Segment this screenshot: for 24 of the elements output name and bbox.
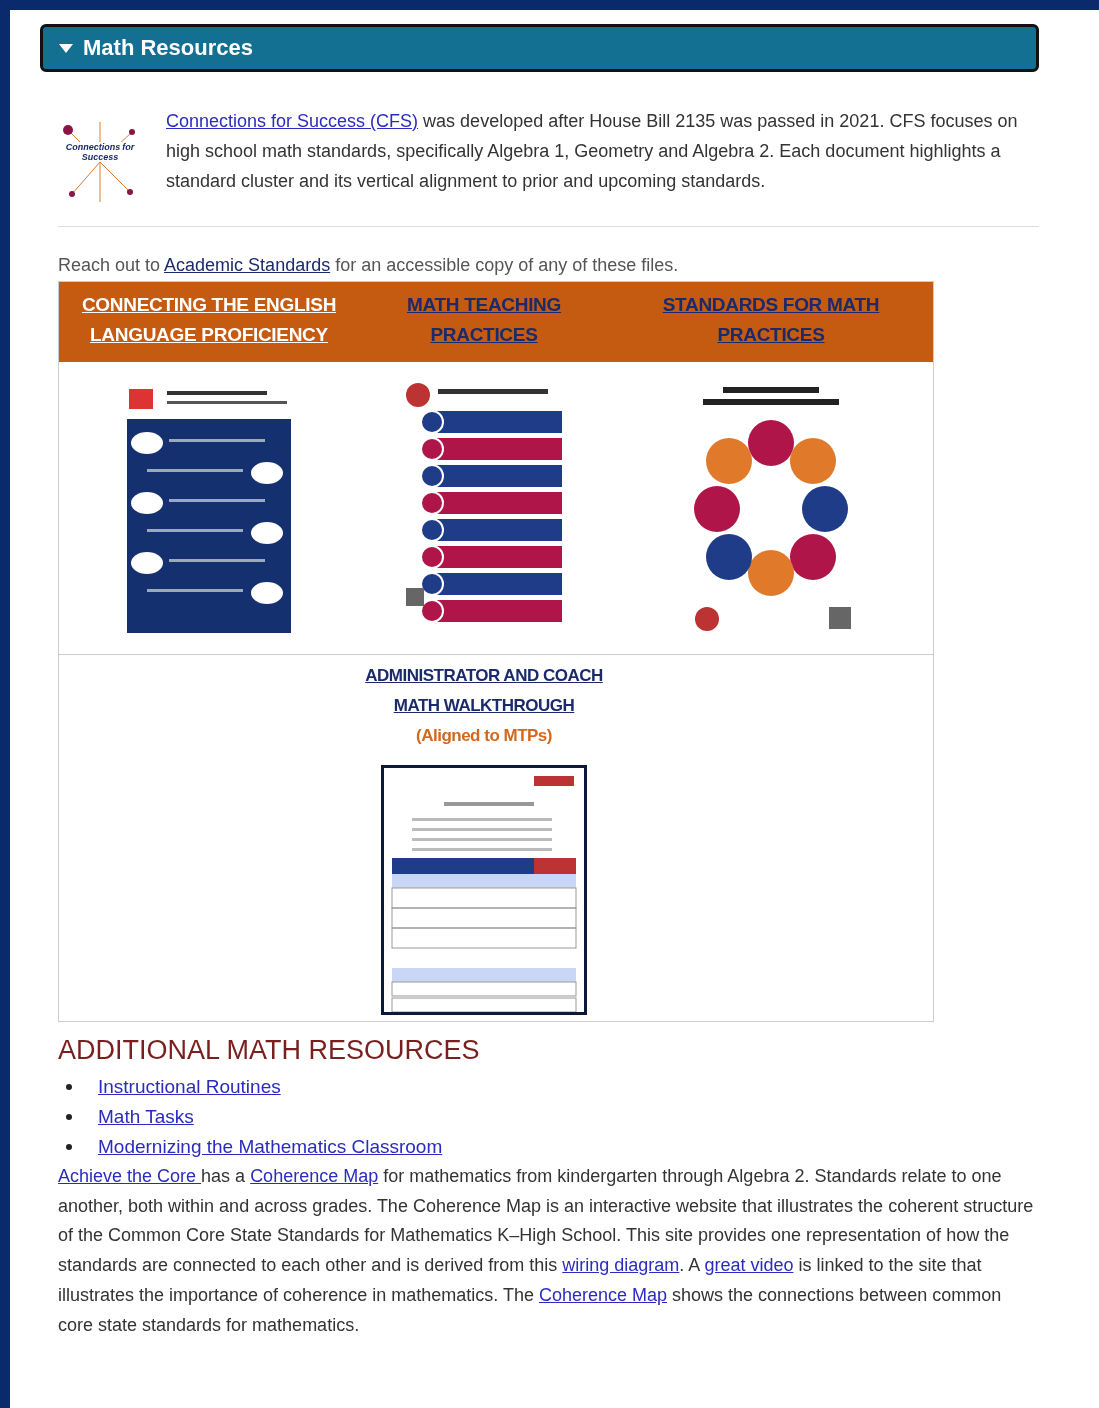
text-link[interactable]: Achieve the Core: [58, 1166, 202, 1186]
section-header[interactable]: Math Resources: [40, 24, 1039, 72]
text-link[interactable]: wiring diagram: [562, 1255, 680, 1276]
walkthrough-link[interactable]: ADMINISTRATOR AND COACH: [365, 661, 603, 691]
walkthrough-link[interactable]: MATH WALKTHROUGH: [393, 691, 575, 721]
note-paragraph: Reach out to Academic Standards for an accessible copy of any of these files.: [58, 254, 680, 277]
header-link[interactable]: CONNECTING THE ENGLISH LANGUAGE PROFICIENCY: [59, 290, 359, 350]
bullet-icon: [66, 1114, 72, 1120]
text-link[interactable]: Coherence Map: [538, 1284, 667, 1305]
bullet-icon: [66, 1084, 72, 1090]
walkthrough-subtitle: (Aligned to MTPs): [416, 725, 552, 747]
body-paragraph: Achieve the Core has a Coherence Map for mathematics from kindergarten through Algebra 2. Standards relate to one another, both within and across grades. The Coherence Map is an interactive website that illustrates the coherent structure of the Common Core State Standards for Mathematics K–High School. This site provides one representation of how the standards are connected to each other and is derived from this wiring diagram. A great video is linked to the site that illustrates the importance of coherence in mathematics. The Coherence Map shows the connections between common core state standards for mathematics.: [58, 1165, 1035, 1337]
resource-link[interactable]: Instructional Routines: [98, 1076, 281, 1098]
resource-link[interactable]: Modernizing the Mathematics Classroom: [98, 1136, 443, 1158]
intro-paragraph: Connections for Success (CFS) was developed after House Bill 2135 was passed in 2021. CFS focuses on high school math standards, specifically Algebra 1, Geometry and Algebra 2. Each document highlights a standard cluster and its vertical alignment to prior and upcoming standards.: [166, 110, 1019, 193]
document-thumbnail[interactable]: [381, 765, 587, 1015]
logo-drawing: Connections for Success: [58, 120, 142, 204]
text-link[interactable]: great video: [704, 1255, 794, 1276]
resource-link[interactable]: Math Tasks: [98, 1106, 194, 1128]
text-link[interactable]: Coherence Map: [250, 1166, 379, 1186]
text-link[interactable]: Academic Standards: [164, 255, 331, 275]
section-heading: ADDITIONAL MATH RESOURCES: [58, 1034, 481, 1067]
bullet-icon: [66, 1144, 72, 1150]
text-link[interactable]: Connections for Success (CFS): [166, 111, 419, 131]
